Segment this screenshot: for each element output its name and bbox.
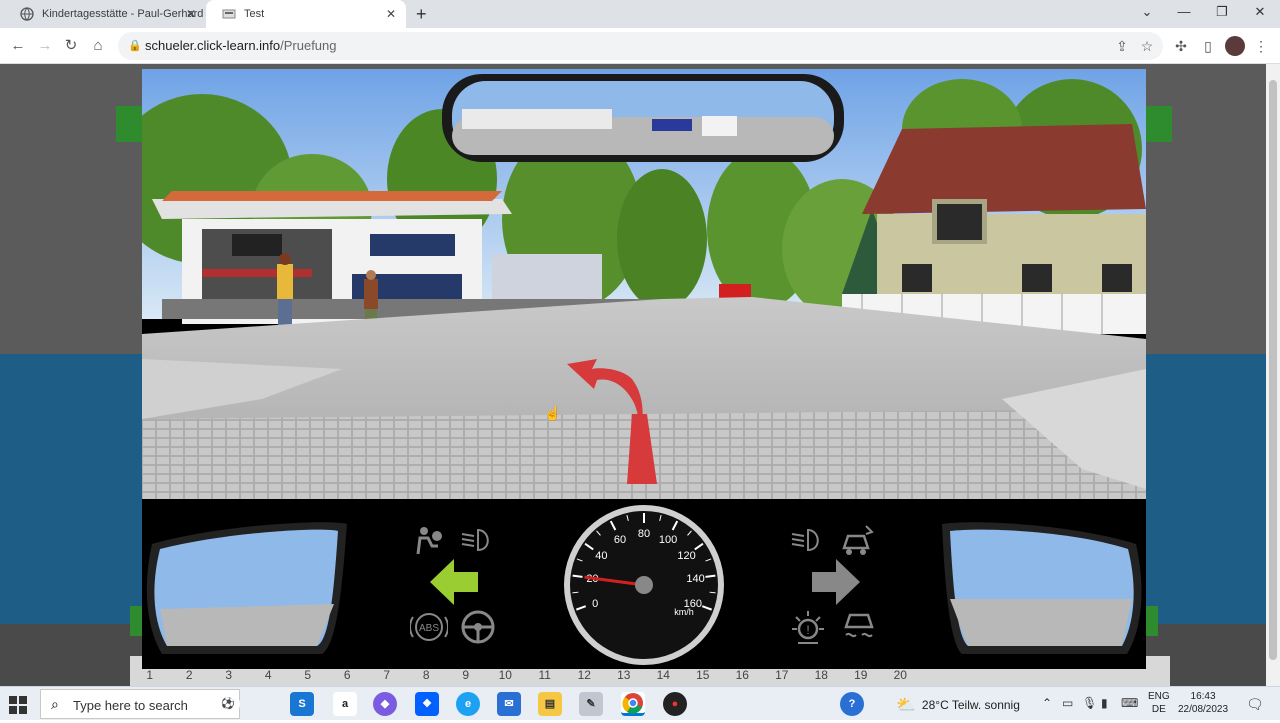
speed-tick-label: 140 xyxy=(686,573,704,585)
globe-icon xyxy=(20,7,34,21)
driving-scene[interactable]: ABS 020406080100120140160 km/h ! ☝ xyxy=(142,69,1146,669)
reload-icon[interactable]: ↻ xyxy=(62,37,80,55)
dropbox-icon[interactable]: ❖ xyxy=(415,692,439,716)
site-favicon-icon xyxy=(222,7,236,21)
app-s-icon[interactable]: S xyxy=(290,692,314,716)
traction-control-icon xyxy=(840,609,878,645)
car-door-open-icon xyxy=(840,524,876,558)
abs-warning-icon: ABS xyxy=(409,609,449,645)
tab-test[interactable]: Test ✕ xyxy=(206,0,406,28)
new-tab-icon[interactable]: + xyxy=(416,4,427,25)
tab-search-chevron-icon[interactable]: ⌄ xyxy=(1137,4,1157,20)
tab-kindertagesstaette[interactable]: Kindertagesstätte - Paul-Gerhard ✕ xyxy=(4,0,206,28)
taskbar-search-box[interactable]: ⌕ Type here to search xyxy=(40,689,240,719)
app-red-dot-icon[interactable]: ● xyxy=(663,692,687,716)
app-feather-icon[interactable]: ✎ xyxy=(579,692,603,716)
url-path: /Pruefung xyxy=(280,38,337,53)
airbag-warning-icon xyxy=(412,524,444,556)
share-icon[interactable]: ⇪ xyxy=(1113,37,1131,55)
speedometer-gauge: 020406080100120140160 km/h xyxy=(564,505,724,665)
speed-tick xyxy=(705,574,716,578)
show-hidden-icons-chevron-icon[interactable]: ⌃ xyxy=(1042,696,1052,710)
speed-tick-label: 120 xyxy=(677,550,695,562)
chrome-icon[interactable] xyxy=(621,692,645,716)
clock-time: 16:43 xyxy=(1190,691,1216,702)
side-panel-icon[interactable]: ▯ xyxy=(1199,37,1217,55)
lock-icon: 🔒 xyxy=(128,40,142,52)
search-placeholder: Type here to search xyxy=(73,698,188,713)
display-icon[interactable]: ▭ xyxy=(1062,696,1073,710)
football-widget-icon[interactable]: ⚽ xyxy=(216,692,240,716)
profile-avatar[interactable] xyxy=(1225,36,1245,56)
input-language[interactable]: ENG DE xyxy=(1148,690,1170,716)
tab-title: Kindertagesstätte - Paul-Gerhard xyxy=(42,8,204,20)
url-host: schueler.click-learn.info xyxy=(145,38,281,53)
language-line1: ENG xyxy=(1148,691,1170,702)
restore-icon[interactable]: ❐ xyxy=(1212,4,1232,20)
tab-title: Test xyxy=(244,8,265,20)
windows-start-icon[interactable] xyxy=(8,695,28,715)
help-icon[interactable]: ? xyxy=(840,692,864,716)
battery-icon[interactable]: ▮ xyxy=(1101,696,1108,710)
weather-text: 28°C Teilw. sonnig xyxy=(921,698,1020,712)
home-icon[interactable]: ⌂ xyxy=(89,37,107,55)
extensions-puzzle-icon[interactable]: ✣ xyxy=(1172,37,1190,55)
speed-tick-label: 40 xyxy=(595,550,607,562)
speed-tick-label: 0 xyxy=(592,598,598,610)
abs-label: ABS xyxy=(419,623,439,634)
speedometer: 020406080100120140160 km/h xyxy=(562,503,726,667)
url-text: schueler.click-learn.info/Pruefung xyxy=(145,38,337,53)
menu-kebab-icon[interactable]: ⋮ xyxy=(1252,37,1270,55)
windows-taskbar: ⌕ Type here to search ⚽ S a ◆ ❖ e ✉ ▤ ✎ … xyxy=(0,686,1280,720)
close-window-icon[interactable]: ✕ xyxy=(1250,4,1270,20)
speed-tick xyxy=(709,591,716,594)
language-line2: DE xyxy=(1151,704,1166,715)
right-turn-signal-icon xyxy=(810,559,860,605)
speed-tick-label: 80 xyxy=(638,528,650,540)
keyboard-icon[interactable]: ⌨ xyxy=(1121,696,1138,710)
amazon-icon[interactable]: a xyxy=(333,692,357,716)
copilot-icon[interactable]: ◆ xyxy=(373,692,397,716)
close-tab-icon[interactable]: ✕ xyxy=(384,7,398,21)
browser-tab-bar: Kindertagesstätte - Paul-Gerhard ✕ Test … xyxy=(0,0,1280,28)
speed-tick-label: 100 xyxy=(659,534,677,546)
forward-icon[interactable]: → xyxy=(36,37,54,55)
taskbar-clock[interactable]: 16:43 22/08/2023 xyxy=(1178,690,1228,716)
scrollbar-thumb[interactable] xyxy=(1269,80,1277,660)
speed-tick-label: 60 xyxy=(614,534,626,546)
speed-unit-label: km/h xyxy=(674,607,694,617)
notifications-icon[interactable]: 🗨 xyxy=(1246,696,1264,713)
svg-text:!: ! xyxy=(806,623,809,637)
address-bar[interactable]: 🔒 schueler.click-learn.info/Pruefung ⇪ ☆ xyxy=(118,32,1163,60)
bookmark-star-icon[interactable]: ☆ xyxy=(1138,37,1156,55)
edge-icon[interactable]: e xyxy=(456,692,480,716)
search-icon: ⌕ xyxy=(51,696,59,712)
low-beam-headlight-icon-right xyxy=(790,527,826,553)
partly-sunny-icon: ⛅ xyxy=(896,697,916,714)
minimize-icon[interactable]: — xyxy=(1174,4,1194,19)
browser-toolbar: ← → ↻ ⌂ 🔒 schueler.click-learn.info/Prue… xyxy=(0,28,1280,64)
microphone-icon[interactable]: 🎙 xyxy=(1082,696,1097,710)
weather-widget[interactable]: ⛅ 28°C Teilw. sonnig xyxy=(896,695,1020,715)
file-explorer-icon[interactable]: ▤ xyxy=(538,692,562,716)
close-tab-icon[interactable]: ✕ xyxy=(184,7,198,21)
steering-wheel-icon xyxy=(460,609,496,645)
exterior-light-fault-icon: ! xyxy=(788,609,828,647)
clock-date: 22/08/2023 xyxy=(1178,704,1229,715)
speed-tick xyxy=(572,574,583,578)
back-icon[interactable]: ← xyxy=(9,37,27,55)
speed-tick xyxy=(572,591,579,594)
mail-icon[interactable]: ✉ xyxy=(497,692,521,716)
left-turn-signal-icon xyxy=(430,559,480,605)
hand-cursor-icon: ☝ xyxy=(544,405,562,421)
low-beam-headlight-icon xyxy=(460,527,496,553)
